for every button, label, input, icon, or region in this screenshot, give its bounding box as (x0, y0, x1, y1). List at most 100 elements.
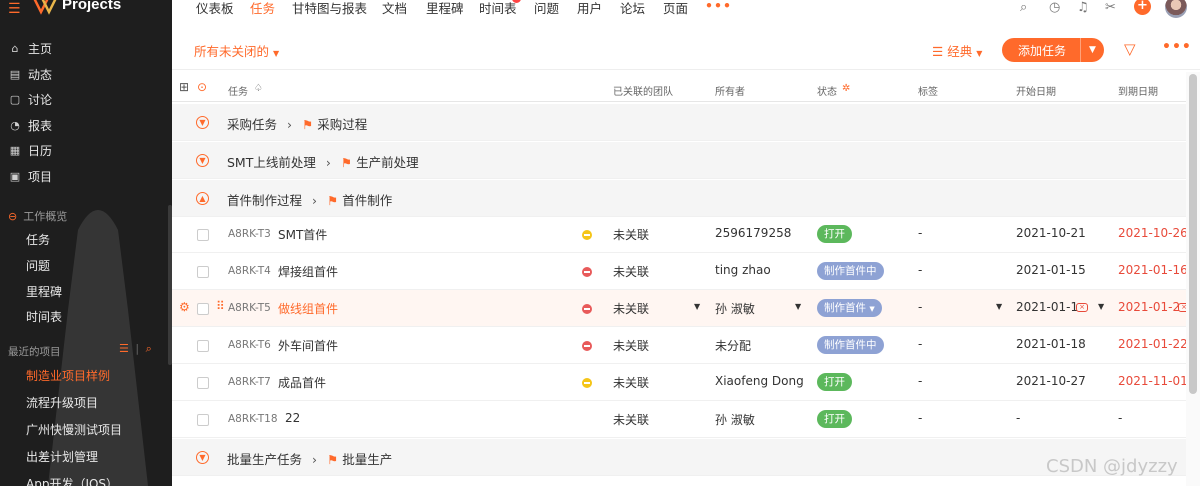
gear-icon[interactable]: ⚙ (179, 300, 190, 314)
status-badge[interactable]: 打开 (817, 410, 852, 428)
row-checkbox[interactable] (197, 377, 209, 389)
due-date-cell[interactable]: 2021-01-16 (1118, 263, 1188, 277)
tag-cell[interactable]: - (918, 300, 922, 314)
layout-selector[interactable]: ☰ 经典 ▼ (932, 41, 982, 60)
search-icon[interactable]: ⌕ (1020, 0, 1027, 15)
collapse-all-icon[interactable]: ⊙ (197, 80, 207, 94)
milestone-name[interactable]: 批量生产 (342, 452, 392, 467)
clear-date-icon[interactable]: × (1076, 303, 1088, 312)
scrollbar-thumb[interactable] (1189, 74, 1197, 394)
table-row[interactable]: ⚙ ⠿ A8RK-T5 做线组首件 未关联 ▼ 孙 淑敏 ▼ 制作首件 ▼ - … (172, 290, 1190, 327)
header-task[interactable]: 任务 (228, 83, 248, 98)
chevron-up-icon[interactable]: ▲ (196, 192, 209, 205)
due-date-cell[interactable]: 2021-11-01 (1118, 374, 1188, 388)
status-badge[interactable]: 制作首件中 (817, 262, 884, 280)
more-options-icon[interactable]: ••• (1162, 39, 1192, 55)
menu-icon[interactable]: ☰ (8, 2, 21, 16)
header-owner[interactable]: 所有者 (715, 83, 745, 98)
avatar[interactable] (1165, 0, 1187, 18)
table-row[interactable]: A8RK-T18 22 未关联 孙 淑敏 打开 - - - (172, 401, 1186, 438)
quick-add-button[interactable]: + (1134, 0, 1151, 15)
task-name[interactable]: 22 (285, 411, 300, 425)
more-tabs-icon[interactable]: ••• (705, 0, 732, 13)
tab-documents[interactable]: 文档 (382, 0, 407, 17)
work-overview-toggle[interactable]: ⊖ 工作概览 (8, 208, 67, 224)
tools-icon[interactable]: ✂ (1105, 0, 1116, 15)
team-cell[interactable]: 未关联 (613, 300, 649, 317)
tab-dashboard[interactable]: 仪表板 (196, 0, 234, 17)
start-date-cell[interactable]: 2021-01-18 (1016, 337, 1086, 351)
start-date-cell[interactable]: 2021-10-21 (1016, 226, 1086, 240)
chevron-down-icon[interactable]: ▼ (196, 116, 209, 129)
chevron-down-icon[interactable]: ▼ (795, 302, 801, 311)
reminder-icon[interactable]: ♤ (254, 83, 263, 94)
due-date-cell[interactable]: 2021-01-22 (1118, 337, 1188, 351)
group-row[interactable]: ▼ 采购任务 › ⚑ 采购过程 (172, 104, 1186, 141)
status-badge[interactable]: 打开 (817, 373, 852, 391)
recent-project-item[interactable]: App开发（IOS） (26, 475, 118, 486)
owner-cell[interactable]: 孙 淑敏 (715, 300, 755, 317)
recent-project-item[interactable]: 广州快慢测试项目 (26, 421, 122, 438)
row-checkbox[interactable] (197, 340, 209, 352)
sidebar-item-discussion[interactable]: ▢ 讨论 (0, 87, 172, 113)
team-cell[interactable]: 未关联 (613, 337, 649, 354)
milestone-name[interactable]: 生产前处理 (356, 155, 419, 170)
tab-forums[interactable]: 论坛 (620, 0, 645, 17)
status-badge[interactable]: 制作首件中 (817, 336, 884, 354)
team-cell[interactable]: 未关联 (613, 263, 649, 280)
due-date-cell[interactable]: 2021-10-26 (1118, 226, 1188, 240)
tag-cell[interactable]: - (918, 226, 922, 240)
column-settings-icon[interactable]: ⊞ (179, 80, 189, 94)
table-scrollbar[interactable] (1186, 72, 1200, 486)
team-cell[interactable]: 未关联 (613, 226, 649, 243)
header-team[interactable]: 已关联的团队 (613, 83, 673, 98)
bell-icon[interactable]: ♫ (1077, 0, 1089, 15)
view-filter-dropdown[interactable]: 所有未关闭的 ▼ (194, 41, 279, 60)
start-date-cell[interactable]: - (1016, 411, 1020, 425)
drag-handle-icon[interactable]: ⠿ (216, 299, 225, 313)
table-row[interactable]: A8RK-T7 成品首件 未关联 Xiaofeng Dong 打开 - 2021… (172, 364, 1188, 401)
status-settings-icon[interactable]: ✲ (842, 83, 850, 94)
chevron-down-icon[interactable]: ▼ (996, 302, 1002, 311)
header-start-date[interactable]: 开始日期 (1016, 83, 1056, 98)
group-row[interactable]: ▼ 批量生产任务 › ⚑ 批量生产 (172, 439, 1186, 476)
start-date-cell[interactable]: 2021-01-1 (1016, 300, 1078, 314)
tab-milestones[interactable]: 里程碑 (426, 0, 464, 17)
sidebar-item-issues[interactable]: 问题 (26, 257, 50, 274)
sidebar-item-calendar[interactable]: ▦ 日历 (0, 138, 172, 164)
group-row[interactable]: ▼ SMT上线前处理 › ⚑ 生产前处理 (172, 142, 1186, 179)
header-status[interactable]: 状态 (817, 83, 837, 98)
row-checkbox[interactable] (197, 229, 209, 241)
status-dropdown[interactable]: 制作首件 ▼ (817, 299, 882, 317)
row-checkbox[interactable] (197, 414, 209, 426)
chevron-down-icon[interactable]: ▼ (196, 154, 209, 167)
filter-icon[interactable]: ▽ (1124, 40, 1136, 58)
chevron-down-icon[interactable]: ▼ (1080, 38, 1104, 62)
task-name[interactable]: 外车间首件 (278, 337, 338, 354)
header-tags[interactable]: 标签 (918, 83, 938, 98)
recent-project-item[interactable]: 制造业项目样例 (26, 367, 110, 384)
search-icon[interactable]: ⌕ (146, 342, 152, 355)
task-name[interactable]: 焊接组首件 (278, 263, 338, 280)
sidebar-item-projects[interactable]: ▣ 项目 (0, 164, 172, 190)
milestone-name[interactable]: 首件制作 (342, 193, 392, 208)
tab-pages[interactable]: 页面 (663, 0, 688, 17)
owner-cell[interactable]: 2596179258 (715, 226, 791, 240)
header-due-date[interactable]: 到期日期 (1118, 83, 1158, 98)
sidebar-item-tasks[interactable]: 任务 (26, 231, 50, 248)
table-row[interactable]: A8RK-T6 外车间首件 未关联 未分配 制作首件中 - 2021-01-18… (172, 327, 1188, 364)
tab-timesheet[interactable]: 时间表 (479, 0, 517, 17)
sidebar-item-milestones[interactable]: 里程碑 (26, 283, 62, 300)
tag-cell[interactable]: - (918, 337, 922, 351)
row-checkbox[interactable] (197, 303, 209, 315)
tab-users[interactable]: 用户 (577, 0, 602, 17)
row-checkbox[interactable] (197, 266, 209, 278)
team-cell[interactable]: 未关联 (613, 411, 649, 428)
table-row[interactable]: A8RK-T3 SMT首件 未关联 2596179258 打开 - 2021-1… (172, 216, 1188, 253)
sidebar-item-timesheet[interactable]: 时间表 (26, 308, 62, 325)
start-date-cell[interactable]: 2021-01-15 (1016, 263, 1086, 277)
owner-cell[interactable]: 未分配 (715, 337, 751, 354)
owner-cell[interactable]: 孙 淑敏 (715, 411, 755, 428)
due-date-cell[interactable]: 2021-01-2 (1118, 300, 1180, 314)
task-name[interactable]: 成品首件 (278, 374, 326, 391)
